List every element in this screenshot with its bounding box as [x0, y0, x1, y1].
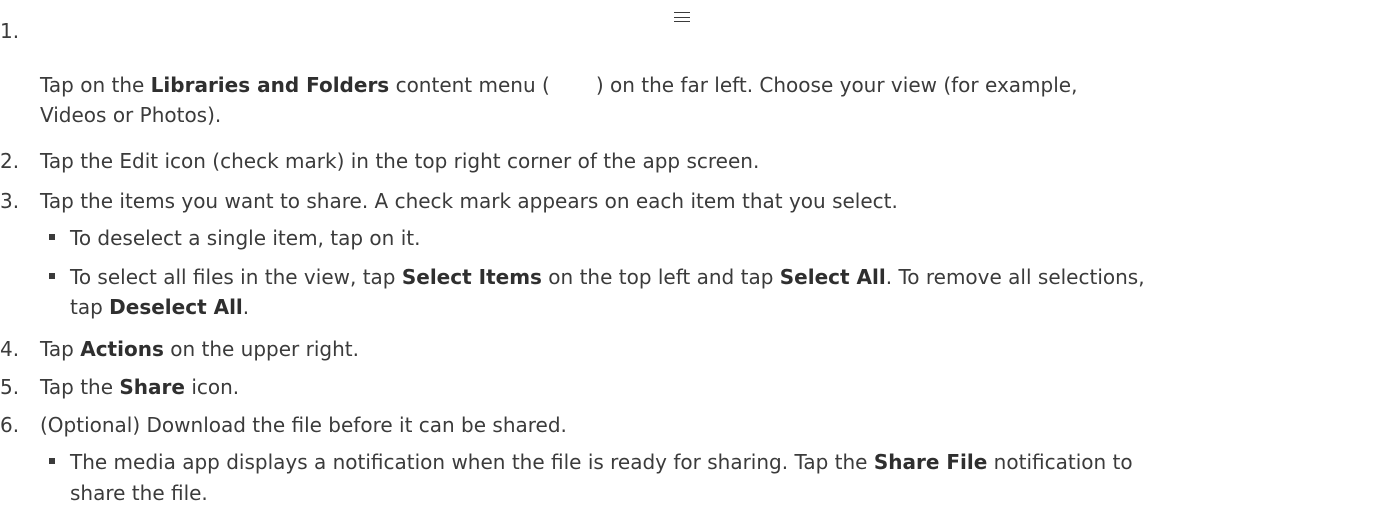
bullet-marker [49, 458, 55, 464]
step-6-bullet: The media app displays a notification wh… [70, 450, 1133, 474]
step-number: 3. [0, 189, 20, 213]
step-number: 5. [0, 375, 20, 399]
step-number: 2. [0, 149, 20, 173]
bullet-marker [49, 273, 55, 279]
step-3-bullet-2: To select all files in the view, tap Sel… [70, 265, 1145, 289]
step-number: 6. [0, 413, 20, 437]
libraries-and-folders-label: Libraries and Folders [150, 73, 390, 97]
step-number: 4. [0, 337, 20, 361]
step-1-text: Tap on the Libraries and Folders content… [40, 73, 1078, 97]
step-4-text: Tap Actions on the upper right. [40, 337, 359, 361]
step-3-text: Tap the items you want to share. A check… [40, 189, 898, 213]
step-3-bullet-1: To deselect a single item, tap on it. [70, 226, 421, 250]
step-6-text: (Optional) Download the file before it c… [40, 413, 567, 437]
step-number: 1. [0, 19, 20, 43]
step-3-bullet-2-cont: tap Deselect All. [70, 295, 250, 319]
step-2-text: Tap the Edit icon (check mark) in the to… [40, 149, 760, 173]
bullet-marker [49, 234, 55, 240]
hamburger-menu-icon [674, 12, 690, 23]
step-5-text: Tap the Share icon. [40, 375, 240, 399]
step-6-bullet-cont: share the file. [70, 481, 208, 505]
step-1-text-cont: Videos or Photos). [40, 103, 222, 127]
